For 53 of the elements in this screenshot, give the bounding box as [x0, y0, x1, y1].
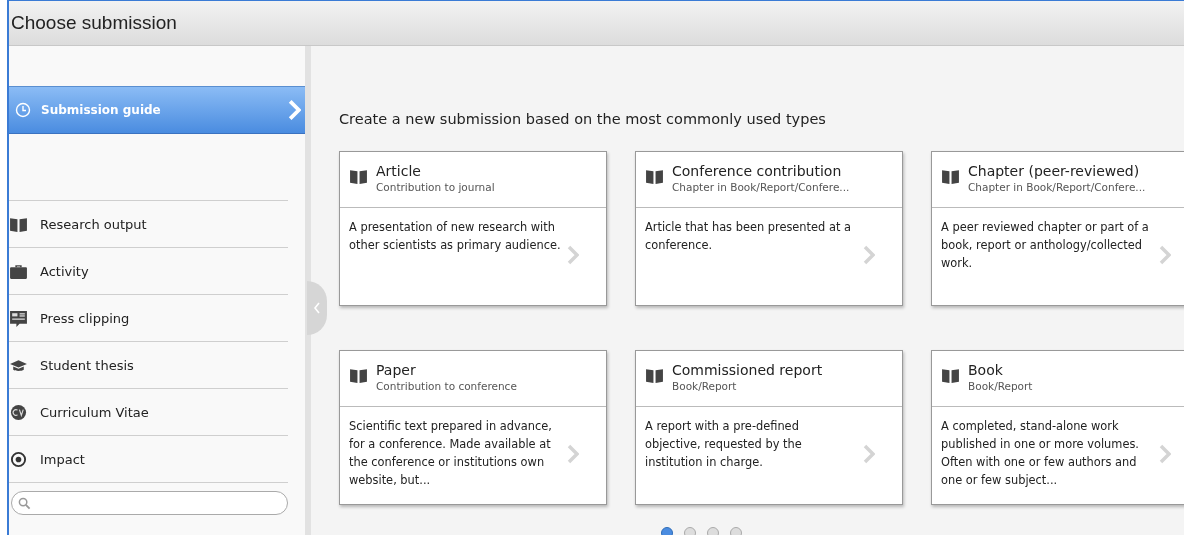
card-subtitle: Contribution to journal	[376, 180, 495, 195]
section-heading: Create a new submission based on the most commonly used types	[339, 111, 827, 127]
chevron-icon	[288, 99, 301, 121]
chevron-icon	[863, 443, 875, 465]
sidebar-item[interactable]: Impact	[9, 436, 288, 483]
window-title: Choose submission	[10, 12, 177, 34]
clock-icon	[15, 102, 31, 118]
card-description: Scientific text prepared in advance, for a conference. Made available at the conference or institutions own website, but...	[349, 418, 553, 489]
sidebar-item[interactable]: Research output	[9, 201, 288, 248]
card-subtitle: Book/Report	[672, 379, 737, 394]
book-icon	[9, 215, 28, 233]
card-subtitle: Chapter in Book/Report/Confere...	[672, 180, 850, 195]
card-description: A report with a pre-defined objective, requested by the institution in charge.	[645, 418, 803, 471]
submission-type-card[interactable]: Article Contribution to journal A presentation of new research with other scientists as primary audience.	[339, 151, 607, 306]
book-icon	[645, 168, 664, 185]
collapse-handle[interactable]	[307, 281, 327, 335]
sidebar-item[interactable]: Curriculum Vitae	[9, 389, 288, 436]
card-title: Book	[968, 361, 1003, 379]
book-icon	[941, 367, 960, 384]
sidebar-item[interactable]: Press clipping	[9, 295, 288, 342]
submission-type-card[interactable]: Chapter (peer-reviewed) Chapter in Book/Report/Confere... A peer reviewed chapter or part of a book, report or anthology/collected work.	[931, 151, 1184, 306]
chevron-icon	[567, 443, 579, 465]
card-title: Article	[376, 162, 421, 180]
card-description: A completed, stand-alone work published in one or more volumes. Often with one or few authors and one or few subject...	[941, 418, 1140, 489]
card-description: Article that has been presented at a conference.	[645, 219, 852, 254]
card-title: Commissioned report	[672, 361, 823, 379]
submission-type-card[interactable]: Book Book/Report A completed, stand-alone work published in one or more volumes. Often with one or few authors and one or few subject...	[931, 350, 1184, 505]
card-title: Chapter (peer-reviewed)	[968, 162, 1140, 180]
submission-type-card[interactable]: Commissioned report Book/Report A report with a pre-defined objective, requested by the institution in charge.	[635, 350, 903, 505]
card-subtitle: Chapter in Book/Report/Confere...	[968, 180, 1146, 195]
chevron-icon	[1159, 244, 1171, 266]
sidebar-item[interactable]: Student thesis	[9, 342, 288, 389]
card-description: A peer reviewed chapter or part of a book, report or anthology/collected work.	[941, 219, 1150, 272]
book-icon	[349, 168, 368, 185]
card-title: Conference contribution	[672, 162, 842, 180]
chevron-icon	[1159, 443, 1171, 465]
sidebar-item[interactable]: Activity	[9, 248, 288, 295]
submission-type-card[interactable]: Paper Contribution to conference Scientific text prepared in advance, for a conference. Made available at the conference or institutions own website, but...	[339, 350, 607, 505]
book-icon	[941, 168, 960, 185]
book-icon	[349, 367, 368, 384]
card-subtitle: Book/Report	[968, 379, 1033, 394]
card-subtitle: Contribution to conference	[376, 379, 517, 394]
search-field[interactable]	[11, 491, 288, 515]
card-title: Paper	[376, 361, 416, 379]
target-icon	[9, 450, 28, 468]
chevron-icon	[863, 244, 875, 266]
card-description: A presentation of new research with other scientists as primary audience.	[349, 219, 561, 254]
search-icon	[18, 496, 31, 510]
chevron-icon	[567, 244, 579, 266]
briefcase-icon	[9, 262, 28, 280]
submission-type-card[interactable]: Conference contribution Chapter in Book/Report/Confere... Article that has been presented at a conference.	[635, 151, 903, 306]
chevron-left-icon	[313, 302, 321, 314]
book-icon	[645, 367, 664, 384]
